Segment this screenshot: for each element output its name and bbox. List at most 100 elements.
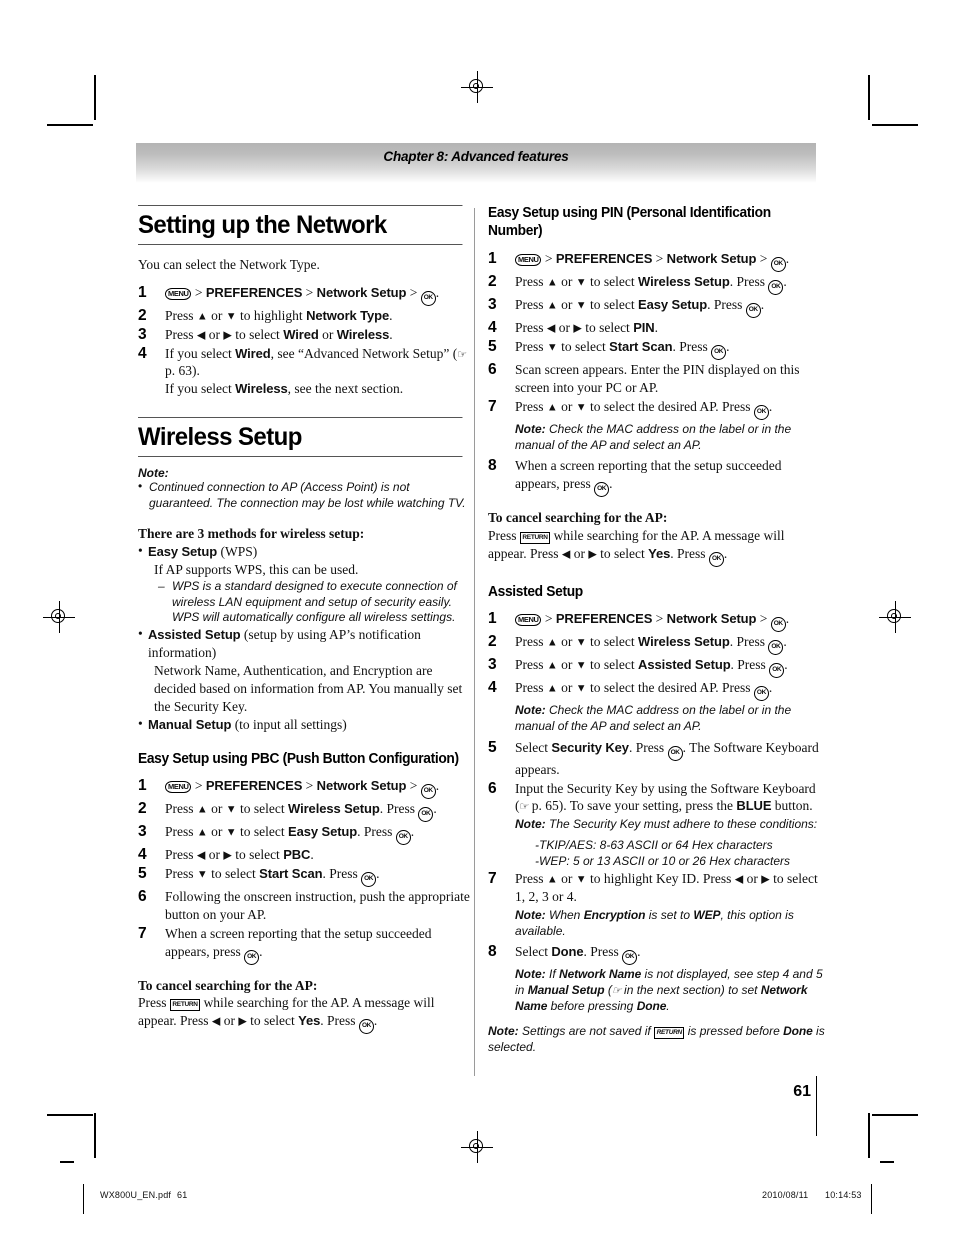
- instruction-step: 6 Following the onscreen instruction, pus…: [138, 888, 476, 924]
- step-number: 3: [488, 296, 497, 314]
- instruction-step: 5 Select Security Key. Press OK. The Soft…: [488, 739, 826, 779]
- left-arrow-icon: ◀: [211, 1015, 221, 1028]
- ok-button-icon: OK: [769, 663, 785, 679]
- method-detail: If AP supports WPS, this can be used.: [154, 561, 359, 577]
- step-number: 2: [138, 800, 147, 818]
- step-text: Press ▲ or ▼ to highlight Key ID. Press …: [515, 871, 818, 905]
- left-arrow-icon: ◀: [196, 329, 206, 342]
- ok-button-icon: OK: [361, 872, 377, 888]
- step-number: 4: [138, 344, 147, 362]
- down-arrow-icon: ▼: [575, 636, 587, 649]
- footer-date: 2010/08/11: [762, 1190, 809, 1200]
- ok-button-icon: OK: [770, 617, 786, 633]
- method-name: Assisted Setup: [148, 627, 241, 643]
- right-arrow-icon: ▶: [223, 849, 232, 862]
- ok-button-icon: OK: [622, 950, 638, 966]
- step-number: 3: [138, 325, 147, 343]
- emphasis-term: PBC: [283, 847, 311, 863]
- step-number: 2: [138, 306, 147, 324]
- up-arrow-icon: ▲: [196, 826, 208, 839]
- emphasis-term: Assisted Setup: [638, 657, 731, 673]
- emphasis-term: Done: [551, 944, 584, 960]
- emphasis-term: BLUE: [736, 798, 772, 814]
- registration-mark-top: [461, 71, 493, 103]
- pin-step-list: 1 MENU > PREFERENCES > Network Setup > OK…: [488, 250, 826, 498]
- step-text: Press ▲ or ▼ to select Easy Setup. Press…: [515, 297, 764, 319]
- step-text: MENU > PREFERENCES > Network Setup > OK.: [515, 251, 789, 273]
- step-note: Note: If Network Name is not displayed, …: [515, 967, 823, 1013]
- emphasis-term: Wireless Setup: [638, 274, 730, 290]
- step-text: MENU > PREFERENCES > Network Setup > OK.: [515, 611, 789, 633]
- step-text: Press ▼ to select Start Scan. Press OK.: [165, 866, 379, 888]
- step-number: 8: [488, 457, 497, 475]
- up-arrow-icon: ▲: [546, 636, 558, 649]
- footer-tick-left: [83, 1184, 84, 1214]
- emphasis-term: Wireless: [235, 381, 288, 397]
- emphasis-term: Wireless Setup: [288, 801, 380, 817]
- instruction-step: 3 Press ◀ or ▶ to select Wired or Wireles…: [138, 326, 476, 344]
- heading-easy-setup-pin: Easy Setup using PIN (Personal Identific…: [488, 205, 771, 239]
- left-column: Setting up the Network You can select th…: [138, 205, 476, 1035]
- method-detail: Network Name, Authentication, and Encryp…: [154, 662, 463, 714]
- menu-button-icon: MENU: [165, 287, 192, 300]
- footer-rule-left: [60, 1161, 74, 1163]
- emphasis-term: Yes: [298, 1013, 321, 1029]
- step-number: 3: [488, 656, 497, 674]
- emphasis-term: Manual Setup: [527, 983, 605, 997]
- up-arrow-icon: ▲: [546, 299, 558, 312]
- return-button-icon: RETURN: [169, 999, 201, 1012]
- emphasis-term: Done: [636, 998, 667, 1013]
- heading-easy-setup-pbc: Easy Setup using PBC (Push Button Config…: [138, 750, 459, 767]
- step-text: Following the onscreen instruction, push…: [165, 889, 470, 923]
- note-label: Note:: [515, 817, 549, 832]
- emphasis-term: Easy Setup: [638, 297, 708, 313]
- method-name: Manual Setup: [148, 716, 232, 732]
- ok-button-icon: OK: [711, 345, 727, 361]
- step-text: Press ▲ or ▼ to select the desired AP. P…: [515, 399, 772, 420]
- menu-button-icon: MENU: [515, 614, 542, 627]
- emphasis-term: Wireless: [336, 326, 390, 342]
- up-arrow-icon: ▲: [546, 659, 558, 672]
- wireless-method-item: Manual Setup (to input all settings): [138, 715, 476, 734]
- up-arrow-icon: ▲: [196, 803, 208, 816]
- down-arrow-icon: ▼: [225, 826, 237, 839]
- step-number: 3: [138, 823, 147, 841]
- step-number: 1: [488, 610, 497, 628]
- instruction-step: 8 Select Done. Press OK. Note: If Network …: [488, 943, 826, 1014]
- step-number: 7: [488, 870, 497, 888]
- instruction-step: 7 When a screen reporting that the setup …: [138, 925, 476, 965]
- instruction-step: 5 Press ▼ to select Start Scan. Press OK.: [138, 865, 476, 888]
- up-arrow-icon: ▲: [546, 276, 558, 289]
- step-number: 6: [138, 888, 147, 906]
- up-arrow-icon: ▲: [546, 682, 558, 695]
- final-note: Note: Settings are not saved if RETURN i…: [488, 1024, 826, 1055]
- step-number: 7: [488, 397, 497, 415]
- emphasis-term: Wired: [235, 345, 271, 361]
- ok-button-icon: OK: [594, 482, 610, 498]
- section-heading-wireless-setup: Wireless Setup: [138, 417, 463, 458]
- final-note-label: Note:: [488, 1024, 519, 1039]
- down-arrow-icon: ▼: [575, 276, 587, 289]
- emphasis-term: Yes: [648, 545, 671, 561]
- down-arrow-icon: ▼: [225, 310, 237, 323]
- menu-item-preferences: PREFERENCES: [205, 778, 303, 794]
- emphasis-term: Done: [783, 1024, 813, 1039]
- instruction-step: 2 Press ▲ or ▼ to select Wireless Setup. …: [488, 273, 826, 296]
- pointing-hand-icon: ☞: [457, 348, 467, 361]
- step-text: Press ▼ to select Start Scan. Press OK.: [515, 339, 729, 361]
- page-number: 61: [793, 1083, 811, 1100]
- menu-item-preferences: PREFERENCES: [555, 251, 653, 267]
- step-text: Input the Security Key by using the Soft…: [515, 780, 816, 814]
- ok-button-icon: OK: [745, 303, 761, 319]
- emphasis-term: Network Name: [559, 967, 642, 982]
- note-label: Note:: [515, 703, 549, 718]
- instruction-step: 4 Press ▲ or ▼ to select the desired AP. …: [488, 679, 826, 734]
- ok-button-icon: OK: [770, 257, 786, 273]
- emphasis-term: Wired: [283, 326, 319, 342]
- left-arrow-icon: ◀: [561, 548, 571, 561]
- step-number: 6: [488, 361, 497, 379]
- step-text: Select Done. Press OK.: [515, 944, 641, 966]
- step-text: When a screen reporting that the setup s…: [165, 926, 432, 965]
- right-arrow-icon: ▶: [761, 873, 770, 886]
- down-arrow-icon: ▼: [575, 873, 587, 886]
